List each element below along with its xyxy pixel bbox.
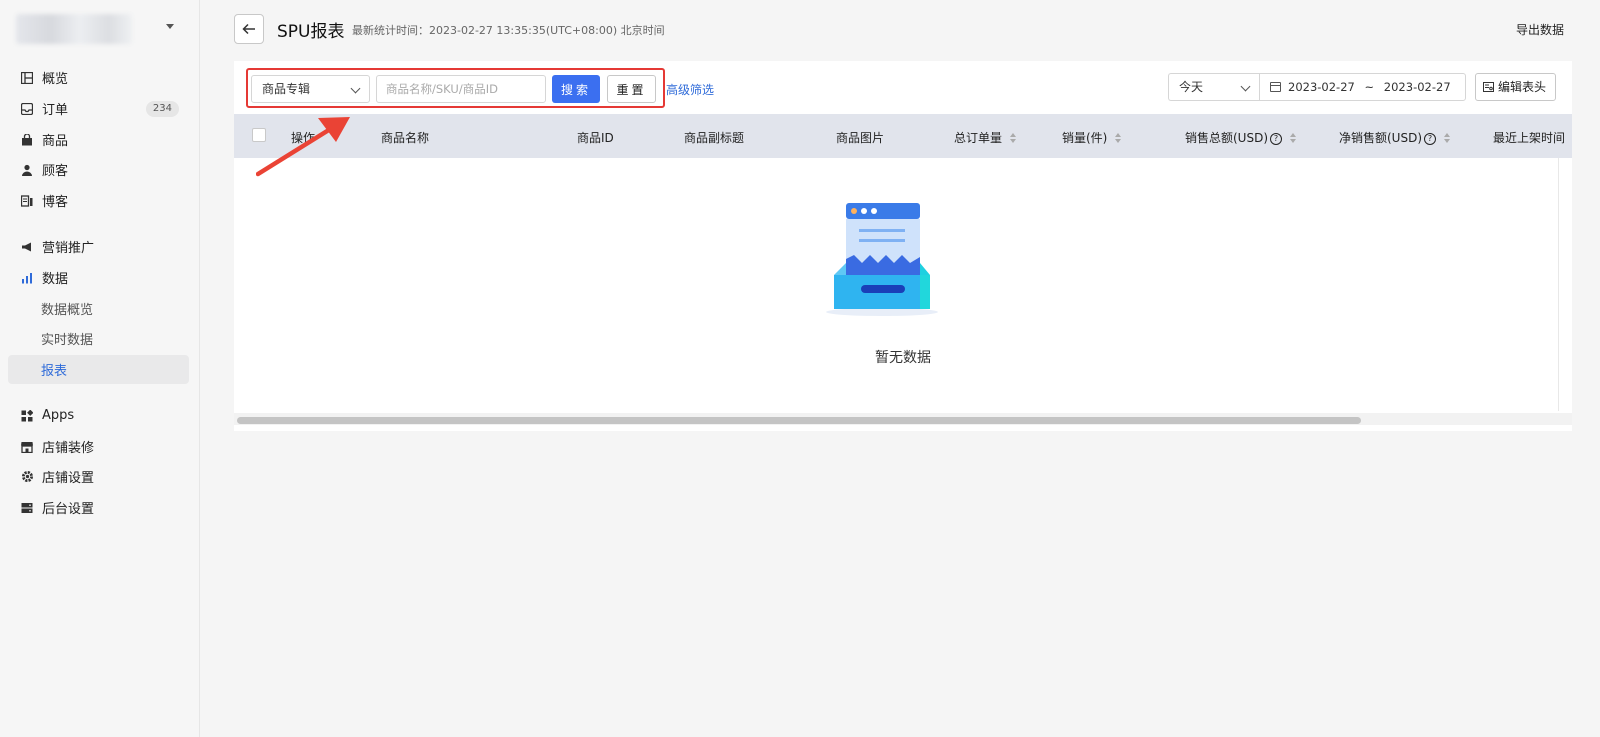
sidebar-item-label: 博客 [42,195,69,210]
apps-icon [20,409,34,423]
sidebar-item-label: 概览 [42,72,69,87]
export-data-link[interactable]: 导出数据 [1516,21,1564,38]
sidebar-item-store-decoration[interactable]: 店铺装修 [8,432,189,461]
col-label: 销量(件) [1062,131,1108,145]
col-last-listed-time: 最近上架时间 [1493,131,1566,145]
horizontal-scrollbar[interactable] [234,413,1572,425]
advanced-filter-link[interactable]: 高级筛选 [666,81,714,98]
date-range-select[interactable]: 今天 [1168,73,1259,101]
col-net-sales[interactable]: 净销售额(USD)? [1339,129,1452,146]
order-count-badge: 234 [145,101,179,117]
server-icon [20,501,34,515]
sidebar-item-label: 订单 [42,103,69,118]
sidebar-item-label: 营销推广 [42,241,95,256]
chevron-down-icon [350,83,361,94]
sidebar: 概览 订单 234 商品 顾客 博客 营销推广 数据 数据概览 实时数据 报表 … [0,0,200,737]
col-sales-qty[interactable]: 销量(件) [1062,129,1123,146]
store-switcher[interactable] [16,14,184,48]
filter-toolbar: 商品专辑 搜索 重置 高级筛选 今天 2023-02-27 ~ 2023-02-… [234,61,1572,117]
sidebar-item-label: 商品 [42,134,69,149]
customer-icon [20,163,34,177]
sort-icon[interactable] [1010,132,1018,145]
sidebar-item-label: Apps [42,408,75,423]
data-icon [20,271,34,285]
col-label: 净销售额(USD) [1339,131,1423,145]
caret-down-icon[interactable] [166,24,174,29]
date-separator: ~ [1364,80,1375,94]
help-icon[interactable]: ? [1270,132,1283,145]
date-range-select-value: 今天 [1179,80,1204,94]
col-product-image: 商品图片 [836,131,885,145]
sidebar-item-label: 报表 [41,364,68,379]
col-total-sales[interactable]: 销售总额(USD)? [1185,129,1298,146]
sidebar-item-label: 店铺设置 [42,471,95,486]
store-decor-icon [20,440,34,454]
help-icon[interactable]: ? [1424,132,1437,145]
sidebar-item-products[interactable]: 商品 [8,125,189,154]
chevron-down-icon [1240,81,1251,92]
col-total-orders[interactable]: 总订单量 [954,129,1018,146]
settings-icon [20,470,34,484]
marketing-icon [20,240,34,254]
stat-time: 最新统计时间：2023-02-27 13:35:35(UTC+08:00) 北京… [352,24,665,37]
sidebar-item-overview[interactable]: 概览 [8,63,189,92]
date-range-picker[interactable]: 2023-02-27 ~ 2023-02-27 [1259,73,1466,101]
sidebar-item-label: 顾客 [42,164,69,179]
sort-icon[interactable] [1115,132,1123,145]
scrollbar-thumb[interactable] [237,417,1361,424]
field-select-value: 商品专辑 [262,82,311,96]
col-product-subtitle: 商品副标题 [684,131,745,145]
sidebar-item-data-overview[interactable]: 数据概览 [8,294,189,323]
sidebar-item-orders[interactable]: 订单 234 [8,94,189,123]
col-product-name: 商品名称 [381,131,430,145]
sidebar-item-data[interactable]: 数据 [8,263,189,292]
calendar-icon [1270,82,1281,92]
date-end: 2023-02-27 [1383,80,1451,94]
edit-header-label: 编辑表头 [1498,80,1547,94]
product-icon [20,133,34,147]
col-label: 总订单量 [954,131,1003,145]
sidebar-item-label: 店铺装修 [42,441,95,456]
sidebar-item-admin-settings[interactable]: 后台设置 [8,493,189,522]
sidebar-item-label: 后台设置 [42,502,95,517]
report-card: 商品专辑 搜索 重置 高级筛选 今天 2023-02-27 ~ 2023-02-… [234,61,1572,431]
search-input[interactable] [376,75,546,103]
sidebar-item-label: 数据 [42,272,69,287]
sort-icon[interactable] [1444,132,1452,145]
search-button[interactable]: 搜索 [552,75,600,103]
empty-state-text: 暂无数据 [875,350,931,366]
store-name-blurred [16,14,132,44]
col-actions: 操作 [291,131,316,145]
sidebar-item-label: 数据概览 [41,303,94,318]
sidebar-item-reports[interactable]: 报表 [8,355,189,384]
page-header: SPU报表 最新统计时间：2023-02-27 13:35:35(UTC+08:… [234,14,1564,44]
columns-settings-icon [1483,82,1494,92]
page-title: SPU报表 [277,22,345,42]
sidebar-item-label: 实时数据 [41,333,94,348]
select-all-checkbox[interactable] [252,128,266,142]
field-select[interactable]: 商品专辑 [251,75,370,103]
sort-icon[interactable] [1290,132,1298,145]
sidebar-item-marketing[interactable]: 营销推广 [8,232,189,261]
sidebar-item-realtime-data[interactable]: 实时数据 [8,324,189,353]
blog-icon [20,194,34,208]
table-header: 操作 商品名称 商品ID 商品副标题 商品图片 总订单量 销量(件) 销售总额(… [234,114,1572,158]
overview-icon [20,71,34,85]
order-icon [20,102,34,116]
column-divider [1558,158,1559,411]
empty-box-illustration [826,203,938,316]
date-start: 2023-02-27 [1288,80,1355,94]
sidebar-item-customers[interactable]: 顾客 [8,155,189,184]
edit-header-button[interactable]: 编辑表头 [1475,73,1556,101]
sidebar-item-store-settings[interactable]: 店铺设置 [8,462,189,491]
col-product-id: 商品ID [577,131,614,145]
reset-button[interactable]: 重置 [607,75,656,103]
col-label: 销售总额(USD) [1185,131,1269,145]
sidebar-item-apps[interactable]: Apps [8,401,189,430]
back-button[interactable] [234,14,264,44]
arrow-left-icon [242,23,255,35]
sidebar-item-blog[interactable]: 博客 [8,186,189,215]
